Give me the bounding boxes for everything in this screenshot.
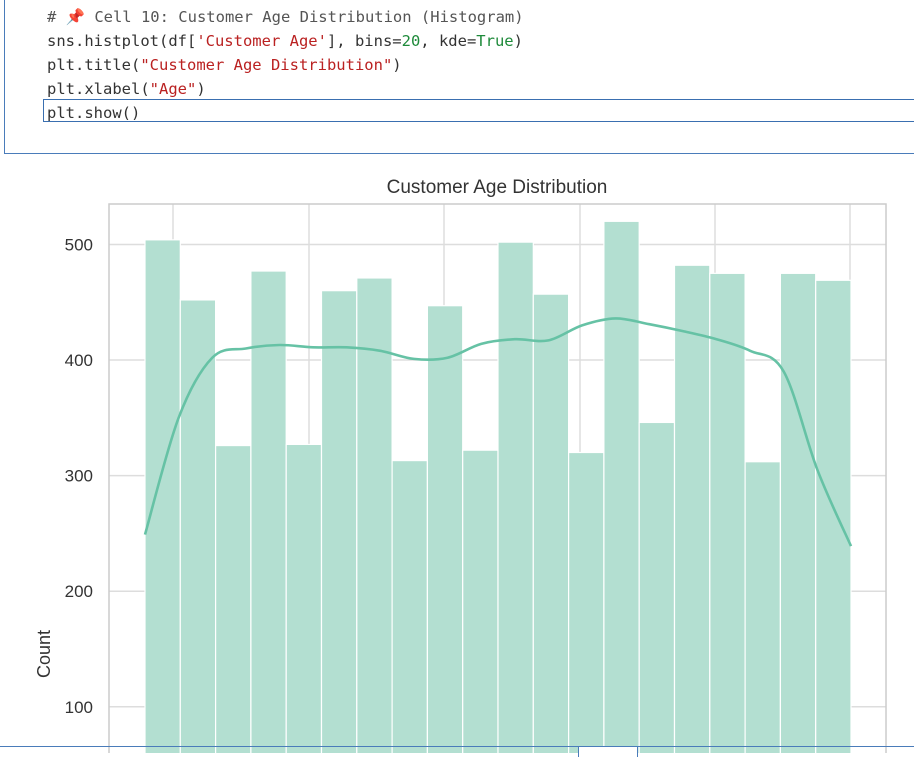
histogram-bar xyxy=(779,272,817,753)
y-axis-label: Count xyxy=(34,630,54,678)
histogram-bar xyxy=(144,239,181,753)
code-token: sns.histplot(df[ xyxy=(47,32,197,50)
histogram-bar xyxy=(215,444,252,753)
histogram-bar xyxy=(426,305,464,753)
code-line[interactable]: sns.histplot(df['Customer Age'], bins=20… xyxy=(47,29,524,53)
y-tick-label: 500 xyxy=(65,235,93,254)
histogram-bar xyxy=(320,290,358,753)
code-token: ) xyxy=(196,80,206,98)
y-tick-labels: 100 200 300 400 500 xyxy=(65,235,93,716)
code-token: 'Customer Age' xyxy=(196,32,327,50)
output-divider xyxy=(0,746,914,747)
code-token: Cell 10: Customer Age Distribution (Hist… xyxy=(84,8,524,26)
histogram-bar xyxy=(497,241,534,753)
code-token: # xyxy=(47,8,66,26)
histogram-bar xyxy=(603,220,640,753)
histogram-bar xyxy=(815,279,852,753)
code-token: 20 xyxy=(401,32,421,50)
y-tick-label: 400 xyxy=(65,351,93,370)
code-line[interactable]: plt.xlabel("Age") xyxy=(47,77,524,101)
histogram-bar xyxy=(179,299,217,753)
y-tick-label: 100 xyxy=(65,698,93,717)
histogram-bar xyxy=(250,270,287,753)
histogram-bar xyxy=(744,461,781,753)
code-token: ], bins= xyxy=(326,32,402,50)
histogram-bar xyxy=(285,443,323,753)
code-token: plt.xlabel( xyxy=(47,80,150,98)
code-token: "Age" xyxy=(149,80,197,98)
histogram-bar xyxy=(567,451,605,753)
code-token: "Customer Age Distribution" xyxy=(140,56,393,74)
histogram-bar xyxy=(673,264,711,753)
y-tick-label: 200 xyxy=(65,582,93,601)
y-tick-label: 300 xyxy=(65,467,93,486)
code-token: plt.title( xyxy=(47,56,141,74)
pin-icon: 📌 xyxy=(65,8,85,26)
active-line-highlight xyxy=(43,99,914,122)
output-tab[interactable] xyxy=(578,746,638,757)
histogram-chart: 100 200 300 400 500 Customer Age Distributio… xyxy=(34,177,887,753)
histogram-bar xyxy=(638,421,676,753)
histogram-bars xyxy=(144,220,852,753)
code-token: ) xyxy=(392,56,402,74)
code-line[interactable]: # 📌 Cell 10: Customer Age Distribution (… xyxy=(47,5,524,29)
histogram-bar xyxy=(391,459,429,753)
histogram-bar xyxy=(532,293,570,753)
code-token: , kde= xyxy=(420,32,477,50)
code-token: ) xyxy=(513,32,523,50)
code-line[interactable]: plt.title("Customer Age Distribution") xyxy=(47,53,524,77)
chart-title: Customer Age Distribution xyxy=(387,177,608,198)
code-token: True xyxy=(476,32,514,50)
histogram-bar xyxy=(462,449,499,753)
